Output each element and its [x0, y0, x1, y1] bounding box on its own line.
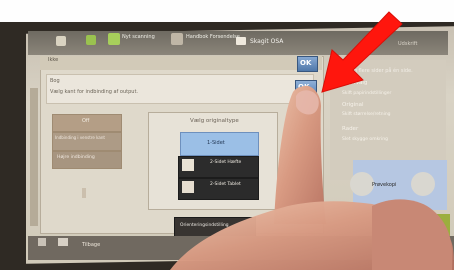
red-arrow-icon: [321, 11, 403, 93]
photo-scene: Ikke Nyt scanning Handbok Forsendelse Sk…: [0, 0, 454, 270]
